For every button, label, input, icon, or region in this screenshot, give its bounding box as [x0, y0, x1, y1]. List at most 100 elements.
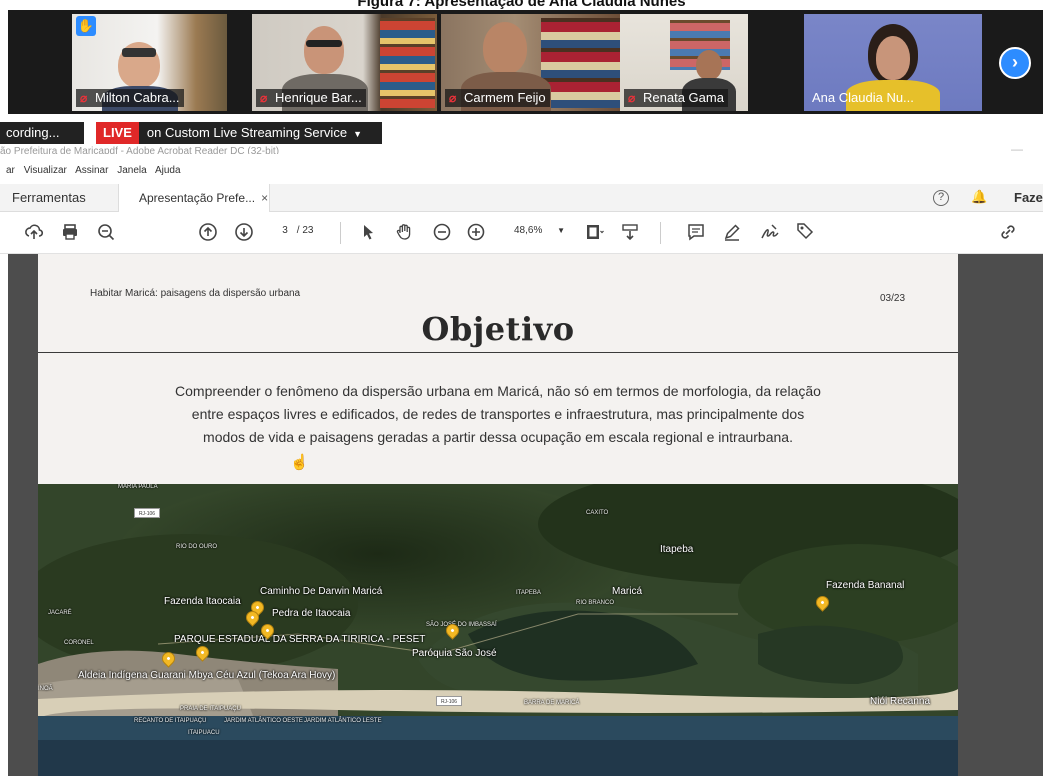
glasses [122, 48, 156, 57]
participant-tile-henrique[interactable]: ⌀ Henrique Bar... [252, 14, 437, 111]
title-rule [38, 352, 958, 353]
road-shield: RJ-106 [436, 696, 462, 706]
page-indicator[interactable]: 3 / 23 [276, 225, 313, 236]
tab-bar: Ferramentas Apresentação Prefe... × ? 🔔 F… [0, 184, 1043, 213]
map-terrain [38, 484, 958, 776]
toolbar-divider [340, 222, 341, 244]
close-icon[interactable]: × [261, 191, 268, 205]
slide-title: Objetivo [421, 310, 575, 348]
map-label: Fazenda Itaocaia [164, 596, 241, 607]
map-label: PRAIA DE ITAIPUAÇU [180, 706, 241, 712]
map-label: Pedra de Itaocaia [272, 608, 351, 619]
recording-bar: cording... LIVE on Custom Live Streaming … [0, 114, 1043, 157]
page-current-input[interactable]: 3 [276, 225, 294, 236]
map-label: ITAPEBA [516, 590, 541, 596]
map-label: Maricá [612, 586, 643, 597]
hand-tool-icon[interactable] [394, 222, 414, 244]
bookshelf [541, 18, 625, 108]
map-label: SÃO JOSÉ DO IMBASSAÍ [426, 622, 497, 628]
road-shield: RJ-106 [134, 508, 160, 518]
zoom-in-icon[interactable] [466, 222, 486, 244]
scroll-mode-icon[interactable] [620, 222, 640, 244]
map-label: Itapeba [660, 544, 694, 555]
map-label: JACARÉ [48, 610, 72, 616]
dropdown-arrow-icon: ▼ [353, 129, 362, 139]
menu-item-help[interactable]: Ajuda [155, 165, 181, 176]
participant-name-label: Ana Claudia Nu... [812, 90, 914, 105]
map-label: ITAIPUACU [188, 730, 220, 736]
live-stream-dropdown[interactable]: LIVE on Custom Live Streaming Service ▼ [96, 122, 382, 144]
zoom-out-icon[interactable] [432, 222, 452, 244]
next-page-icon[interactable] [234, 222, 254, 244]
participant-name-label: ⌀ Renata Gama [624, 89, 728, 107]
map-label: RECANTO DE ITAIPUAÇU [134, 718, 207, 724]
raised-hand-icon: ✋ [76, 16, 96, 36]
document-viewport[interactable]: Habitar Maricá: paisagens da dispersão u… [8, 254, 1043, 776]
map-label: RIO BRANCO [576, 600, 615, 606]
cloud-upload-icon[interactable] [24, 222, 44, 244]
muted-mic-icon: ⌀ [80, 91, 88, 105]
map-label: BARRA DE MARICÁ [524, 700, 580, 706]
print-icon[interactable] [60, 222, 80, 244]
map-label: PARQUE ESTADUAL DA SERRA DA TIRIRICA - P… [174, 634, 426, 645]
slide-body: Compreender o fenômeno da dispersão urba… [128, 380, 868, 449]
live-stream-text: on Custom Live Streaming Service [146, 125, 348, 140]
highlight-pen-icon[interactable] [722, 222, 742, 244]
slide-body-line: entre espaços livres e edificados, de re… [191, 406, 805, 422]
bell-icon[interactable]: 🔔 [971, 189, 987, 205]
recording-indicator[interactable]: cording... [0, 122, 84, 144]
figure-caption: Figura 7: Apresentação de Ana Claudia Nu… [0, 0, 1043, 10]
page-total: / 23 [296, 225, 314, 236]
map-label: JARDIM ATLÂNTICO LESTE [304, 718, 382, 724]
chevron-right-icon: › [1012, 52, 1018, 72]
map-label: CORONEL [64, 640, 94, 646]
zoom-level-value: 48,6% [514, 225, 543, 236]
map-label: RIO DO OURO [176, 544, 218, 550]
menu-item-view[interactable]: Visualizar [24, 165, 67, 176]
map-label: JARDIM ATLÂNTICO OESTE [224, 718, 303, 724]
figure-caption-text: Figura 7: Apresentação de Ana Claudia Nu… [357, 0, 686, 10]
map-label: INOÃ [38, 686, 53, 692]
participant-tile-milton[interactable]: ✋ ⌀ Milton Cabra... [72, 14, 227, 111]
muted-mic-icon: ⌀ [449, 91, 457, 105]
map-label: CAXITO [586, 510, 609, 516]
slide-header: Habitar Maricá: paisagens da dispersão u… [90, 288, 301, 299]
zoom-gallery-strip: ✋ ⌀ Milton Cabra... ⌀ Henrique Bar... ⌀ Car… [8, 10, 1043, 114]
link-icon[interactable] [998, 222, 1018, 244]
tab-tools[interactable]: Ferramentas [12, 184, 86, 212]
slide-body-line: modos de vida e paisagens geradas a part… [203, 429, 793, 445]
participant-name-label: ⌀ Milton Cabra... [76, 89, 184, 107]
participant-name-label: ⌀ Carmem Feijo [445, 89, 550, 107]
participant-name-label: ⌀ Henrique Bar... [256, 89, 366, 107]
map-label: Fazenda Bananal [826, 580, 905, 591]
menu-item-window[interactable]: Janela [117, 165, 146, 176]
select-cursor-icon[interactable] [358, 222, 378, 244]
previous-page-icon[interactable] [198, 222, 218, 244]
map-label: Caminho De Darwin Maricá [260, 586, 383, 597]
satellite-map: RJ-106 RJ-106 MARIA PAULA RIO DO OURO JA… [38, 484, 958, 776]
zoom-level-select[interactable]: 48,6% ▼ [514, 225, 565, 236]
toolbar-divider [660, 222, 661, 244]
menu-item-sign[interactable]: Assinar [75, 165, 108, 176]
comment-icon[interactable] [686, 222, 706, 244]
tab-document[interactable]: Apresentação Prefe... × [118, 184, 270, 213]
slide-body-line: Compreender o fenômeno da dispersão urba… [175, 383, 821, 399]
participant-tile-ana-claudia[interactable]: Ana Claudia Nu... [804, 14, 982, 111]
muted-mic-icon: ⌀ [260, 91, 268, 105]
stamp-icon[interactable] [796, 222, 816, 244]
gallery-next-button[interactable]: › [999, 47, 1031, 79]
participant-tile-renata[interactable]: ⌀ Renata Gama [620, 14, 748, 111]
map-label: Niói Recanna [870, 696, 931, 707]
sign-icon[interactable] [760, 222, 780, 244]
share-button[interactable]: Faze [1014, 184, 1043, 212]
map-label: Paróquia São José [412, 648, 497, 659]
participant-tile-carmem[interactable]: ⌀ Carmem Feijo [441, 14, 626, 111]
menu-bar: ar Visualizar Assinar Janela Ajuda [0, 154, 1043, 182]
menu-item-edit[interactable]: ar [6, 165, 15, 176]
map-label: MARIA PAULA [118, 484, 158, 490]
hand-cursor-icon: ☝ [290, 454, 309, 471]
help-icon[interactable]: ? [933, 190, 949, 206]
fit-page-icon[interactable] [584, 222, 604, 244]
zoom-search-icon[interactable] [96, 222, 116, 244]
live-badge: LIVE [96, 122, 139, 144]
